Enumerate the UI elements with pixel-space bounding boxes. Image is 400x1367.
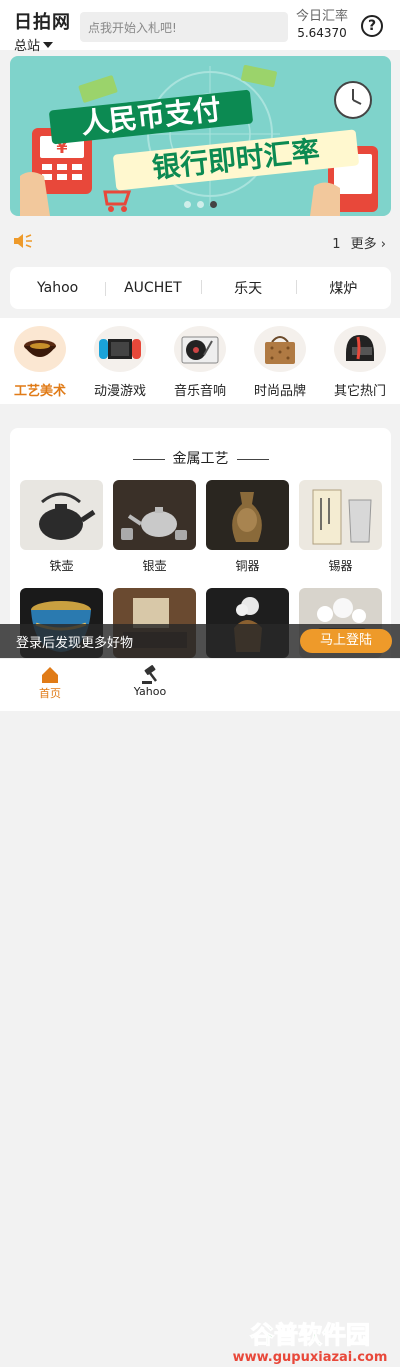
banner-dot[interactable] [184,201,191,208]
category-anime-games[interactable]: 动漫游戏 [80,318,160,404]
chevron-right-icon: › [380,237,386,252]
category-label: 工艺美术 [13,384,66,399]
svg-text:www.gupuxiazai.com: www.gupuxiazai.com [233,1350,388,1365]
tab-yahoo[interactable]: Yahoo [120,665,180,698]
grid-item[interactable]: 铜器 [206,480,289,574]
banner-pagination[interactable] [10,201,391,208]
iron-kettle-icon [20,480,103,550]
platform-rakuten[interactable]: 乐天 [200,278,296,298]
login-button[interactable]: 马上登陆 [300,629,392,653]
login-prompt-text: 登录后发现更多好物 [16,636,134,651]
silver-teapot-icon [113,480,196,550]
watermark-logo: 谷普软件园 www.gupuxiazai.com [233,1321,388,1366]
category-audio[interactable]: 音乐音响 [160,318,240,404]
category-crafts[interactable]: 工艺美术 [0,318,80,404]
tab-label: 首页 [39,687,61,700]
svg-text:谷普软件园: 谷普软件园 [250,1321,370,1349]
more-label: 更多 [350,237,377,252]
platform-mercari[interactable]: 煤炉 [295,278,391,298]
category-row: 工艺美术 动漫游戏 音乐音响 时尚品牌 其它热门 [0,318,400,404]
category-label: 动漫游戏 [93,384,146,399]
login-prompt: 登录后发现更多好物 马上登陆 [0,624,400,658]
item-label: 银壶 [142,559,167,573]
notice-count: 1 [332,237,341,252]
grid-item[interactable]: 银壶 [113,480,196,574]
banner-dot[interactable] [197,201,204,208]
tab-label: Yahoo [133,685,167,698]
gavel-icon [142,665,157,684]
category-other[interactable]: 其它热门 [320,318,400,404]
grid-item[interactable]: 锡器 [299,480,382,574]
notice-bar: 1 更多 › [0,222,400,260]
lacquer-bowl-icon [14,326,66,372]
category-label: 其它热门 [333,384,386,399]
helmet-icon [334,326,386,372]
site-selector[interactable]: 总站 [14,35,74,54]
site-label: 总站 [14,39,41,54]
rate-value: 5.64370 [297,26,347,40]
brand-block: 日拍网 总站 [14,8,74,54]
item-label: 铜器 [235,559,260,573]
tin-cup-icon [299,480,382,550]
category-label: 时尚品牌 [253,384,306,399]
promo-banner[interactable]: ¥ 人民币支付 银行即时汇率 [10,56,391,216]
grid-item[interactable]: 铁壶 [20,480,103,574]
platform-auchet[interactable]: AUCHET [105,280,200,296]
bottom-tabbar: 首页 Yahoo 谷普软件园 www.gupuxiazai.com [0,658,400,1365]
bronze-vase-icon [206,480,289,550]
platform-tabs: Yahoo AUCHET 乐天 煤炉 [10,267,391,309]
top-header: 日拍网 总站 点我开始入札吧! 今日汇率 5.64370 ? [0,0,400,54]
handbag-icon [254,326,306,372]
more-link[interactable]: 1 更多 › [332,233,386,252]
tab-home[interactable]: 首页 [20,665,80,701]
item-label: 铁壶 [49,559,74,573]
platform-yahoo[interactable]: Yahoo [10,280,105,296]
help-icon[interactable]: ? [361,15,383,37]
exchange-rate: 今日汇率 5.64370 [292,9,352,41]
home-icon [42,667,58,683]
category-label: 音乐音响 [173,384,226,399]
caret-down-icon [43,41,54,48]
section-title: 金属工艺 [10,448,391,468]
turntable-icon [174,326,226,372]
brand-name: 日拍网 [14,12,71,33]
banner-illustration: ¥ 人民币支付 银行即时汇率 [20,65,378,216]
item-label: 锡器 [328,559,353,573]
category-fashion[interactable]: 时尚品牌 [240,318,320,404]
game-console-icon [94,326,146,372]
search-input[interactable]: 点我开始入札吧! [80,12,288,42]
rate-label: 今日汇率 [295,9,348,24]
speaker-icon [14,234,32,248]
banner-dot-active[interactable] [210,201,217,208]
